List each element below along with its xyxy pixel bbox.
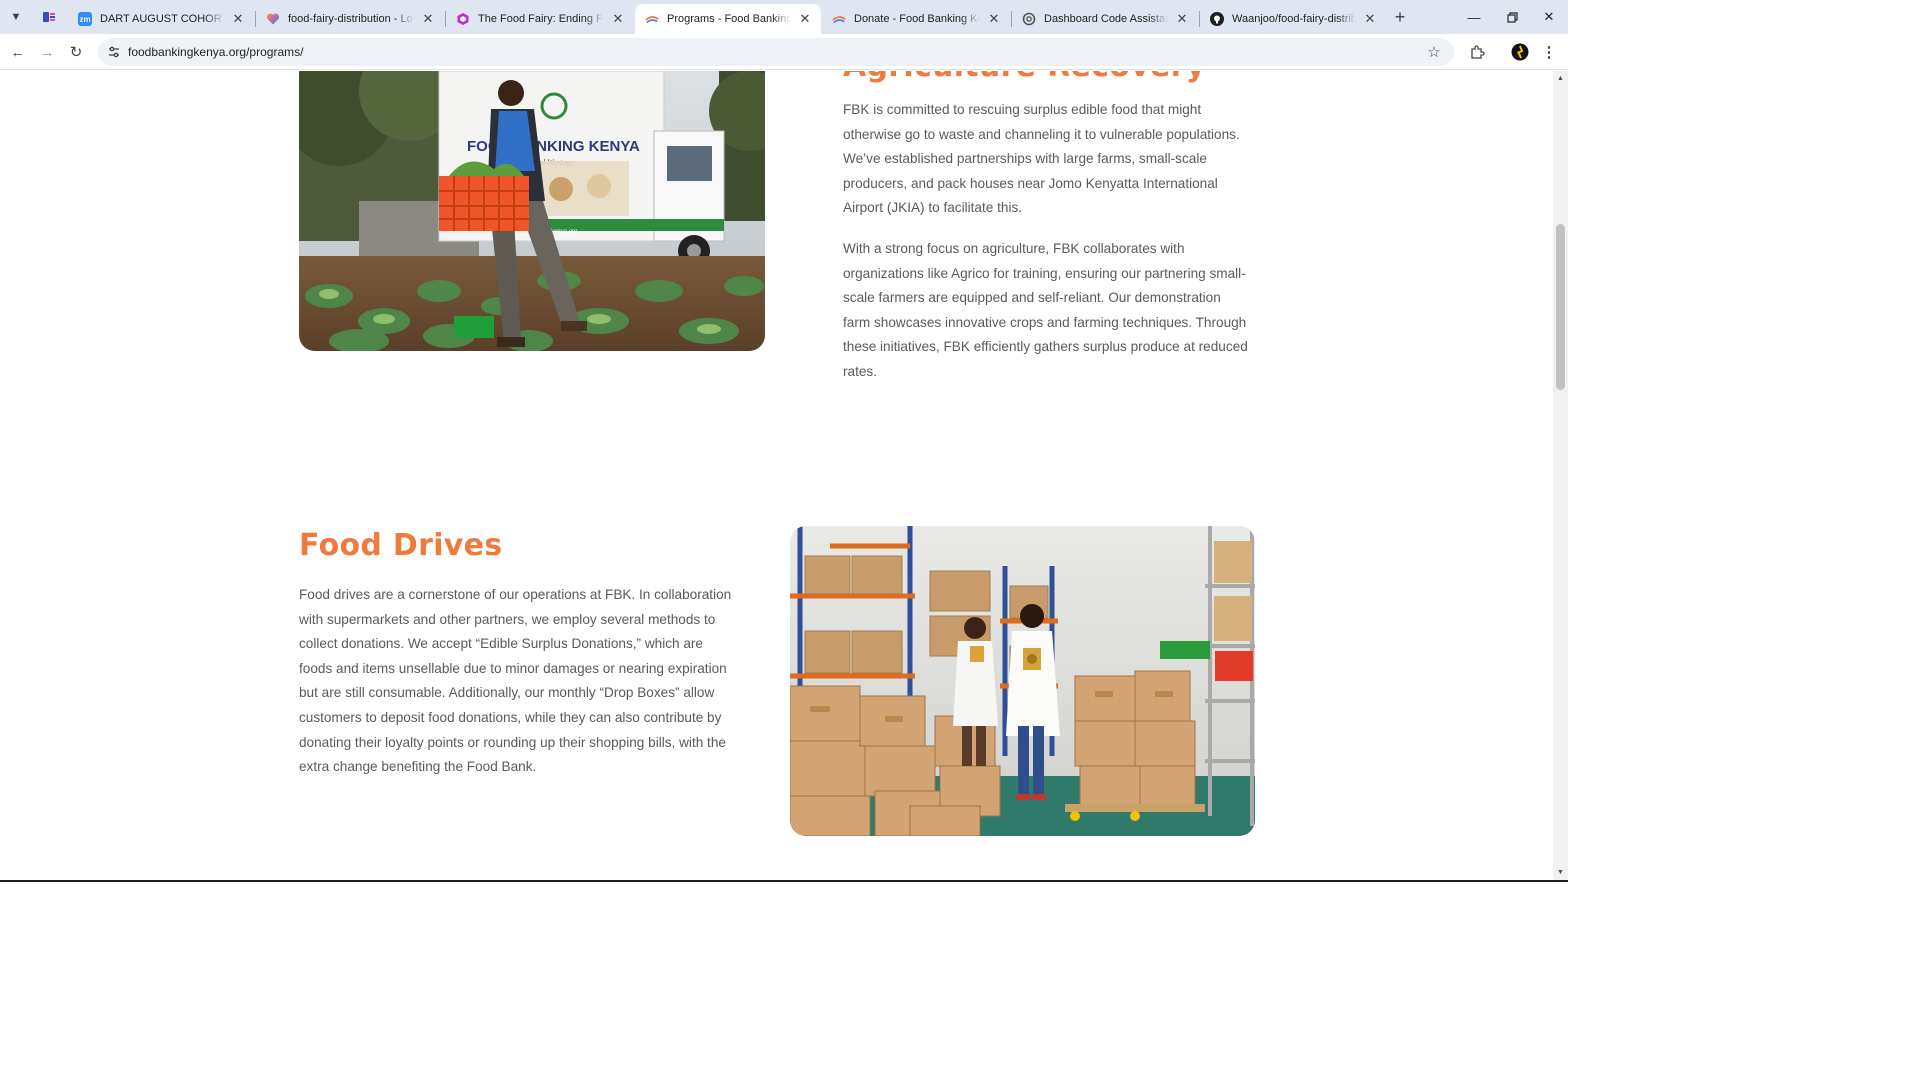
pinned-app-icon xyxy=(43,12,55,22)
close-icon[interactable]: ✕ xyxy=(986,11,1002,27)
close-icon[interactable]: ✕ xyxy=(420,11,436,27)
site-info-icon[interactable] xyxy=(106,44,122,60)
agriculture-paragraph-2: With a strong focus on agriculture, FBK … xyxy=(843,241,1248,379)
url-text[interactable]: foodbankingkenya.org/programs/ xyxy=(128,45,303,59)
tab-title: Donate - Food Banking Kenya xyxy=(854,13,980,25)
tab-title: food-fairy-distribution - Lovable xyxy=(288,13,414,25)
close-icon[interactable]: ✕ xyxy=(1174,11,1190,27)
arrow-left-icon: ← xyxy=(10,43,26,61)
close-icon[interactable]: ✕ xyxy=(797,11,813,27)
zoom-icon: zm xyxy=(78,12,92,26)
puzzle-icon xyxy=(1471,45,1485,59)
fbk-logo-icon xyxy=(645,12,659,26)
lovable-heart-icon xyxy=(266,12,280,26)
food-drives-warehouse-photo xyxy=(790,526,1255,836)
github-icon xyxy=(1210,12,1224,26)
close-icon[interactable]: ✕ xyxy=(610,11,626,27)
profile-avatar-button[interactable] xyxy=(1509,41,1531,63)
hexagon-logo-icon xyxy=(456,12,470,26)
tab-title: Programs - Food Banking Kenya xyxy=(667,13,791,25)
agriculture-paragraph-1: FBK is committed to rescuing surplus edi… xyxy=(843,102,1240,216)
scrollbar-thumb[interactable] xyxy=(1556,224,1565,390)
back-button[interactable]: ← xyxy=(6,40,30,64)
chevron-down-icon: ▼ xyxy=(10,11,22,23)
food-drives-heading: Food Drives xyxy=(299,528,503,563)
star-icon: ☆ xyxy=(1427,44,1441,61)
browser-menu-button[interactable]: ⋮ xyxy=(1538,41,1560,63)
bookmark-star-button[interactable]: ☆ xyxy=(1424,42,1444,62)
tab-title: Waanjoo/food-fairy-distribution xyxy=(1232,13,1356,25)
forward-button[interactable]: → xyxy=(35,40,59,64)
avatar-icon xyxy=(1511,43,1529,61)
tab-github-repo[interactable]: Waanjoo/food-fairy-distribution ✕ xyxy=(1200,4,1386,34)
minimize-button[interactable]: — xyxy=(1455,0,1493,34)
openai-icon xyxy=(1022,12,1036,26)
close-icon[interactable]: ✕ xyxy=(230,11,246,27)
page-viewport: FOOD BANKING KENYA Tackling Food Wastage… xyxy=(0,71,1553,880)
tab-strip: ▼ zm DART AUGUST COHORT SESSION ✕ food-f… xyxy=(0,0,1568,34)
new-tab-button[interactable]: + xyxy=(1390,7,1410,27)
tab-title: DART AUGUST COHORT SESSION xyxy=(100,13,224,25)
browser-toolbar: ← → ↻ foodbankingkenya.org/programs/ ☆ ⋮ xyxy=(0,34,1568,70)
extensions-button[interactable] xyxy=(1466,41,1488,63)
arrow-right-icon: → xyxy=(39,43,55,61)
restore-button[interactable] xyxy=(1493,0,1531,34)
address-bar[interactable]: foodbankingkenya.org/programs/ ☆ xyxy=(98,38,1454,66)
tab-dart-cohort[interactable]: zm DART AUGUST COHORT SESSION ✕ xyxy=(68,4,254,34)
pinned-tab[interactable] xyxy=(36,6,62,28)
plus-icon: + xyxy=(1394,6,1406,27)
tab-food-fairy[interactable]: The Food Fairy: Ending Food Waste ✕ xyxy=(446,4,634,34)
agriculture-recovery-heading: Agriculture Recovery xyxy=(843,71,1206,84)
tab-programs-fbk[interactable]: Programs - Food Banking Kenya ✕ xyxy=(635,4,821,34)
kebab-menu-icon: ⋮ xyxy=(1541,43,1557,61)
close-window-button[interactable]: ✕ xyxy=(1530,0,1568,34)
fbk-logo-icon xyxy=(832,12,846,26)
tab-search-button[interactable]: ▼ xyxy=(6,7,26,27)
minimize-icon: — xyxy=(1467,9,1481,25)
close-icon: ✕ xyxy=(1543,9,1555,24)
scroll-down-arrow-icon[interactable]: ▼ xyxy=(1556,868,1565,877)
tab-dashboard-code[interactable]: Dashboard Code Assistance ✕ xyxy=(1012,4,1198,34)
agriculture-recovery-photo: FOOD BANKING KENYA Tackling Food Wastage… xyxy=(299,71,765,351)
tab-title: The Food Fairy: Ending Food Waste xyxy=(478,13,604,25)
window-bottom-edge xyxy=(0,880,1568,882)
food-drives-paragraph: Food drives are a cornerstone of our ope… xyxy=(299,587,732,775)
tab-lovable[interactable]: food-fairy-distribution - Lovable ✕ xyxy=(256,4,444,34)
scroll-up-arrow-icon[interactable]: ▲ xyxy=(1556,74,1565,83)
tab-title: Dashboard Code Assistance xyxy=(1044,13,1168,25)
reload-button[interactable]: ↻ xyxy=(64,40,88,64)
restore-icon xyxy=(1506,11,1518,23)
close-icon[interactable]: ✕ xyxy=(1362,11,1378,27)
tab-donate-fbk[interactable]: Donate - Food Banking Kenya ✕ xyxy=(822,4,1010,34)
reload-icon: ↻ xyxy=(69,44,83,61)
page-scrollbar[interactable]: ▲ ▼ xyxy=(1553,71,1568,880)
